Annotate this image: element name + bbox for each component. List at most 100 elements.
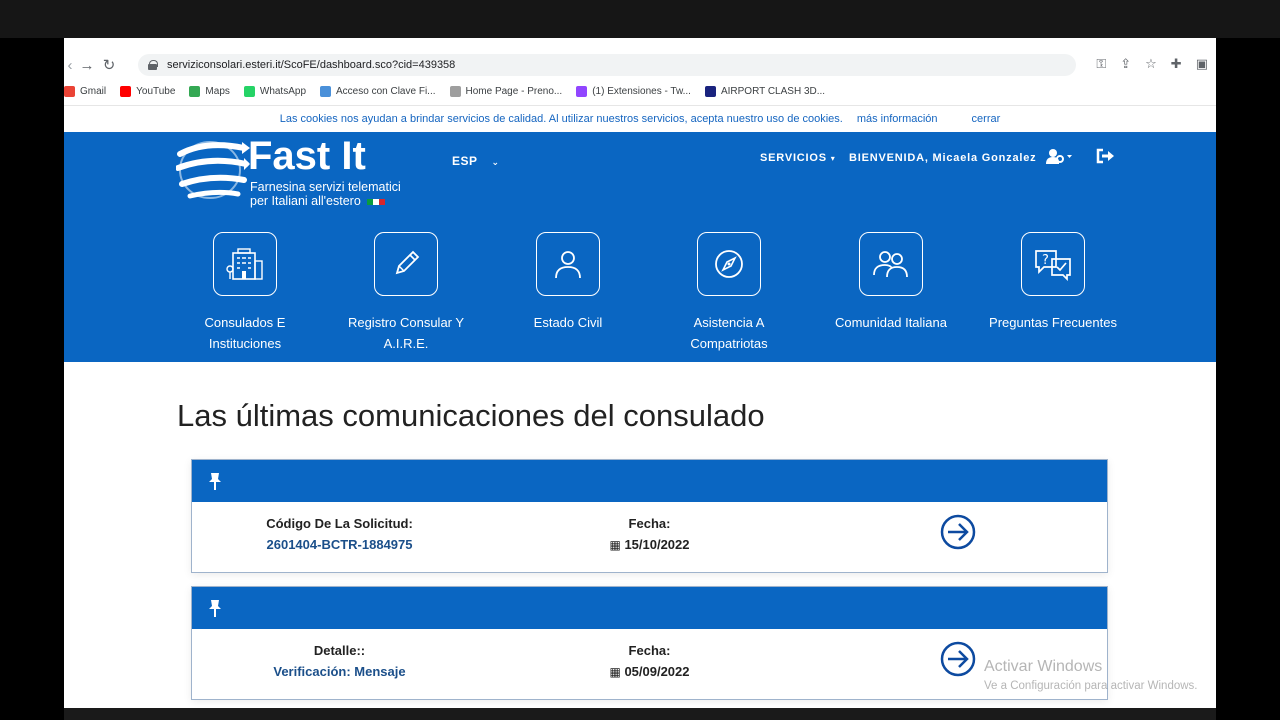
video-top-bar — [0, 0, 1280, 38]
servicios-menu[interactable]: SERVICIOS ▾ — [760, 152, 836, 164]
more-info-link[interactable]: más información — [857, 113, 938, 125]
tile-registro-consular[interactable]: Registro Consular Y A.I.R.E. — [326, 232, 486, 354]
caret-down-icon: ▾ — [830, 154, 836, 163]
solicitud-code[interactable]: 2601404-BCTR-1884975 — [232, 537, 447, 552]
url-input[interactable]: serviziconsolari.esteri.it/ScoFE/dashboa… — [138, 54, 1076, 76]
welcome-text: BIENVENIDA, Micaela Gonzalez — [849, 152, 1037, 164]
fast-it-logo[interactable]: Fast It Farnesina servizi telematici per… — [176, 134, 436, 208]
site-header: Fast It Farnesina servizi telematici per… — [64, 132, 1216, 366]
tile-icon-box: ? — [1021, 232, 1085, 296]
bookmark-favicon-icon — [576, 86, 588, 97]
date-value: ▦ 15/10/2022 — [609, 537, 690, 552]
bookmark-item[interactable]: YouTube — [120, 86, 175, 97]
globe-arrows-icon — [176, 141, 250, 199]
detalle-value[interactable]: Verificación: Mensaje — [232, 664, 447, 679]
tile-label: Preguntas Frecuentes — [989, 315, 1117, 330]
main-content: Las últimas comunicaciones del consulado… — [64, 362, 1216, 708]
bookmark-favicon-icon — [64, 86, 75, 97]
servicios-label: SERVICIOS — [760, 152, 827, 164]
video-left-bar — [0, 38, 64, 720]
calendar-icon: ▦ — [609, 665, 621, 679]
bookmark-label: Gmail — [80, 86, 107, 97]
arrow-circle-right-icon[interactable] — [940, 641, 976, 677]
communication-card: Detalle:: Verificación: Mensaje Fecha: ▦… — [191, 586, 1108, 700]
faq-icon: ? — [1035, 250, 1071, 281]
bookmark-item[interactable]: Acceso con Clave Fi... — [320, 86, 436, 97]
arrow-circle-right-icon[interactable] — [940, 514, 976, 550]
tile-consulados[interactable]: Consulados E Instituciones — [165, 232, 325, 354]
field-label: Fecha: — [628, 516, 671, 531]
logo-subtitle-line-1: Farnesina servizi telematici — [250, 180, 401, 194]
tile-label: Asistencia A Compatriotas — [690, 315, 768, 351]
bookmark-item[interactable]: WhatsApp — [243, 86, 307, 97]
forward-icon[interactable]: → — [76, 57, 98, 74]
bookmark-label: WhatsApp — [259, 86, 307, 97]
bookmark-item[interactable]: (1) Extensiones - Tw... — [576, 86, 691, 97]
bookmark-label: AIRPORT CLASH 3D... — [720, 86, 826, 97]
tile-icon-box — [536, 232, 600, 296]
card-header — [192, 460, 1107, 502]
italian-flag-icon — [366, 198, 385, 205]
windows-activation-watermark: Activar Windows Ve a Configuración para … — [984, 658, 1198, 692]
page-title: Las últimas comunicaciones del consulado — [177, 398, 765, 433]
close-cookie-link[interactable]: cerrar — [972, 113, 1001, 125]
tile-label: Consulados E Instituciones — [204, 315, 286, 351]
bookmark-item[interactable]: Gmail — [64, 86, 106, 97]
bookmark-label: Home Page - Preno... — [465, 86, 563, 97]
star-icon[interactable]: ☆ — [1145, 56, 1157, 72]
svg-text:?: ? — [1042, 253, 1049, 268]
date-field: Fecha: ▦ 15/10/2022 — [582, 516, 717, 552]
bookmark-favicon-icon — [449, 86, 461, 97]
back-icon[interactable]: ‹ — [64, 57, 76, 74]
bookmark-item[interactable]: AIRPORT CLASH 3D... — [704, 86, 826, 97]
language-label: ESP — [452, 154, 478, 168]
bookmark-label: YouTube — [136, 86, 176, 97]
pencil-icon — [395, 250, 420, 275]
service-tiles: Consulados E Instituciones Registro Consu… — [64, 232, 1216, 362]
logo-subtitle: Farnesina servizi telematici per Italian… — [250, 180, 401, 208]
tile-icon-box — [697, 232, 761, 296]
url-text: serviziconsolari.esteri.it/ScoFE/dashboa… — [167, 59, 456, 71]
tab-strip — [64, 38, 1216, 52]
share-icon[interactable]: ⇪ — [1120, 56, 1131, 72]
person-icon — [555, 251, 581, 279]
solicitud-field: Código De La Solicitud: 2601404-BCTR-188… — [232, 516, 447, 552]
bookmark-label: Acceso con Clave Fi... — [336, 86, 436, 97]
bookmark-item[interactable]: Home Page - Preno... — [449, 86, 563, 97]
tile-asistencia[interactable]: Asistencia A Compatriotas — [649, 232, 809, 354]
cookie-bar: Las cookies nos ayudan a brindar servici… — [64, 106, 1216, 132]
watermark-title: Activar Windows — [984, 658, 1103, 675]
logout-icon[interactable] — [1096, 148, 1114, 169]
lock-icon[interactable] — [148, 60, 158, 70]
tile-preguntas-frecuentes[interactable]: ? Preguntas Frecuentes — [973, 232, 1133, 333]
pin-icon — [208, 472, 222, 495]
logo-subtitle-line-2: per Italiani all'estero — [250, 194, 361, 208]
reload-icon[interactable]: ↻ — [98, 56, 120, 74]
user-settings-icon[interactable] — [1046, 148, 1072, 169]
bookmark-item[interactable]: Maps — [189, 86, 230, 97]
tile-icon-box — [213, 232, 277, 296]
communication-card: Código De La Solicitud: 2601404-BCTR-188… — [191, 459, 1108, 573]
bookmark-favicon-icon — [704, 86, 716, 97]
cookie-text: Las cookies nos ayudan a brindar servici… — [279, 113, 843, 125]
address-bar: ‹ → ↻ serviziconsolari.esteri.it/ScoFE/d… — [64, 52, 1216, 78]
tile-estado-civil[interactable]: Estado Civil — [488, 232, 648, 333]
bookmark-favicon-icon — [243, 86, 255, 97]
date-value: ▦ 05/09/2022 — [609, 664, 690, 679]
tile-comunidad-italiana[interactable]: Comunidad Italiana — [811, 232, 971, 333]
video-bottom-bar — [64, 708, 1216, 720]
bookmark-label: (1) Extensiones - Tw... — [592, 86, 691, 97]
card-header — [192, 587, 1107, 629]
key-icon[interactable]: ⚿ — [1096, 56, 1106, 72]
chevron-down-icon: ⌄ — [491, 157, 500, 167]
date-field: Fecha: ▦ 05/09/2022 — [582, 643, 717, 679]
sidepanel-icon[interactable]: ▣ — [1196, 56, 1208, 72]
bookmark-favicon-icon — [120, 86, 132, 97]
language-selector[interactable]: ESP ⌄ — [452, 154, 500, 168]
tile-label: Registro Consular Y A.I.R.E. — [347, 315, 465, 351]
bookmarks-bar: Gmail YouTube Maps WhatsApp Acceso con Clave… — [64, 78, 1216, 106]
compass-icon — [715, 250, 743, 278]
tile-icon-box — [859, 232, 923, 296]
bookmark-favicon-icon — [189, 86, 201, 97]
extensions-icon[interactable]: ✚ — [1171, 56, 1182, 72]
